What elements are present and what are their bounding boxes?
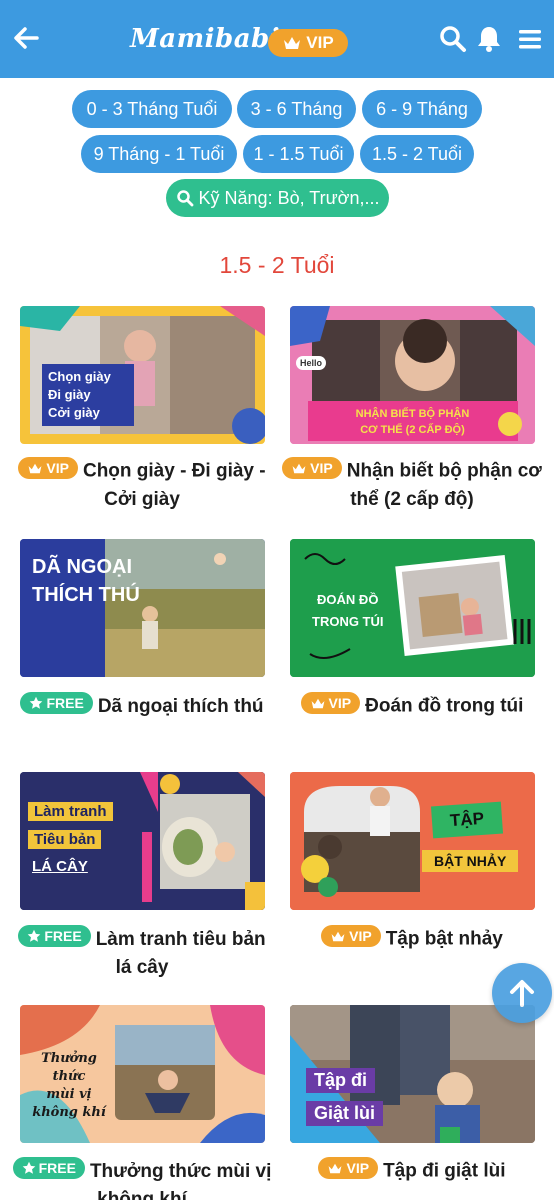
star-icon	[28, 929, 41, 942]
thumb-text-line-3: LÁ CÂY	[32, 858, 88, 875]
vip-badge: VIP	[282, 457, 342, 479]
thumb-text-line-2: BẬT NHẢY	[422, 850, 519, 872]
card-title[interactable]: VIP Tập bật nhảy	[282, 925, 542, 954]
card-title-text: Dã ngoại thích thú	[97, 696, 264, 717]
card-thumbnail[interactable]: DÃ NGOẠI THÍCH THÚ	[20, 539, 265, 677]
search-icon[interactable]	[438, 24, 468, 54]
vip-badge: VIP	[321, 925, 381, 947]
free-badge: FREE	[12, 1157, 85, 1179]
card-title[interactable]: FREE Thưởng thức mùi vị không khí	[12, 1157, 272, 1200]
age-chip-9m-1y[interactable]: 9 Tháng - 1 Tuổi	[81, 135, 237, 173]
thumb-text: NHẬN BIẾT BỘ PHẬN CƠ THỂ (2 CẤP ĐỘ)	[355, 408, 470, 436]
age-chip-1-1-5y[interactable]: 1 - 1.5 Tuổi	[243, 135, 354, 173]
card-title[interactable]: FREE Làm tranh tiêu bản lá cây	[12, 925, 272, 982]
section-title: 1.5 - 2 Tuổi	[219, 252, 335, 278]
thumb-hello: Hello	[296, 356, 327, 370]
card-title[interactable]: VIP Tập đi giật lùi	[282, 1157, 542, 1186]
crown-icon	[329, 1163, 342, 1173]
vip-badge: VIP	[300, 692, 361, 714]
arrow-up-icon	[510, 980, 534, 1007]
age-chip-3-6-months[interactable]: 3 - 6 Tháng	[237, 90, 356, 128]
card-thumbnail[interactable]: Hello NHẬN BIẾT BỘ PHẬN CƠ THỂ (2 CẤP ĐỘ…	[290, 306, 535, 444]
vip-header-badge[interactable]: VIP	[268, 29, 348, 57]
skill-chip-label: Kỹ Năng: Bò, Trườn,...	[198, 187, 380, 208]
card-title[interactable]: VIP Chọn giày - Đi giày - Cởi giày	[12, 457, 272, 514]
app-header: Mamibabi VIP	[0, 0, 554, 78]
menu-icon[interactable]	[516, 24, 546, 54]
crown-icon	[28, 463, 42, 473]
thumb-text-line-1: Tập đi	[306, 1068, 375, 1093]
thumb-text-line-1: Làm tranh	[28, 802, 113, 821]
skill-chip[interactable]: Kỹ Năng: Bò, Trườn,...	[166, 179, 389, 217]
card-thumbnail[interactable]: ĐOÁN ĐỒ TRONG TÚI	[290, 539, 535, 677]
star-icon	[30, 696, 43, 709]
card-title-text: Đoán đồ trong túi	[365, 695, 524, 717]
age-chip-0-3-months[interactable]: 0 - 3 Tháng Tuổi	[72, 90, 232, 128]
star-icon	[22, 1161, 35, 1174]
thumb-text: Thưởng thức mùi vị không khí	[32, 1051, 106, 1120]
card-title[interactable]: VIP Đoán đồ trong túi	[282, 692, 542, 721]
age-chip-1-5-2y[interactable]: 1.5 - 2 Tuổi	[360, 135, 474, 173]
thumb-text: Chọn giày Đi giày Cởi giày	[42, 364, 134, 426]
card-title-text: Tập bật nhảy	[385, 928, 503, 950]
vip-badge: VIP	[318, 1157, 379, 1179]
free-badge: FREE	[20, 692, 93, 714]
card-title-text: Chọn giày - Đi giày - Cởi giày	[82, 460, 266, 510]
crown-icon	[284, 37, 301, 49]
crown-icon	[292, 463, 306, 473]
card-title[interactable]: FREE Dã ngoại thích thú	[12, 692, 272, 721]
crown-icon	[331, 931, 345, 941]
thumb-text-line-2: Giật lùi	[306, 1101, 384, 1126]
thumb-text: ĐOÁN ĐỒ TRONG TÚI	[312, 592, 384, 629]
back-arrow-icon[interactable]	[10, 22, 42, 54]
search-icon	[176, 190, 193, 207]
crown-icon	[311, 698, 324, 708]
vip-header-label: VIP	[306, 33, 334, 52]
card-thumbnail[interactable]: Chọn giày Đi giày Cởi giày	[20, 306, 265, 444]
age-chip-6-9-months[interactable]: 6 - 9 Tháng	[362, 90, 482, 128]
card-title-text: Tập đi giật lùi	[383, 1160, 506, 1182]
scroll-to-top-button[interactable]	[492, 963, 552, 1023]
free-badge: FREE	[18, 925, 91, 947]
card-thumbnail[interactable]: Thưởng thức mùi vị không khí	[20, 1005, 265, 1143]
card-thumbnail[interactable]: Làm tranh Tiêu bản LÁ CÂY	[20, 772, 265, 910]
bell-icon[interactable]	[475, 24, 505, 54]
card-title-text: Thưởng thức mùi vị không khí	[89, 1161, 272, 1200]
thumb-text-line-1: TẬP	[430, 801, 504, 839]
thumb-text: DÃ NGOẠI THÍCH THÚ	[32, 556, 140, 606]
vip-badge: VIP	[18, 457, 78, 479]
card-title[interactable]: VIP Nhận biết bộ phận cơ thể (2 cấp độ)	[282, 457, 542, 514]
card-title-text: Nhận biết bộ phận cơ thể (2 cấp độ)	[346, 460, 542, 510]
app-logo[interactable]: Mamibabi	[130, 24, 280, 54]
card-thumbnail[interactable]: TẬP BẬT NHẢY	[290, 772, 535, 910]
card-title-text: Làm tranh tiêu bản lá cây	[95, 929, 266, 978]
card-thumbnail[interactable]: Tập đi Giật lùi	[290, 1005, 535, 1143]
thumb-text-line-2: Tiêu bản	[28, 830, 102, 849]
